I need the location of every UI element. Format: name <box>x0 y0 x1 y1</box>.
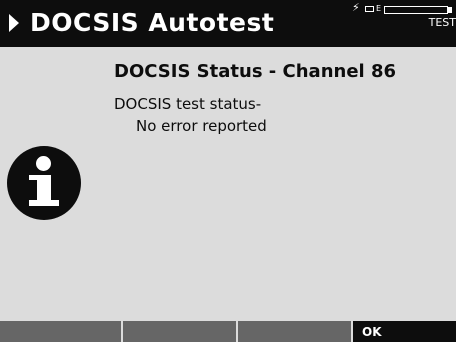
info-icon-serif-bottom <box>29 200 59 206</box>
window-title: DOCSIS Autotest <box>30 8 275 37</box>
dialog-heading: DOCSIS Status - Channel 86 <box>114 61 397 82</box>
ok-button[interactable]: OK <box>353 321 456 342</box>
mode-letter: E <box>376 4 382 13</box>
battery-icon <box>384 6 448 14</box>
play-arrow-icon <box>9 14 19 32</box>
power-icon: ⚡ <box>352 1 360 14</box>
battery-tip <box>448 7 452 13</box>
info-icon-dot <box>36 156 51 171</box>
title-bar: DOCSIS Autotest ⚡ E TEST <box>0 0 456 47</box>
softkey-bar: OK <box>0 321 456 342</box>
status-message-line1: DOCSIS test status- <box>114 95 262 113</box>
ok-button-label: OK <box>362 325 382 339</box>
plug-icon <box>365 6 374 12</box>
softkey-3[interactable] <box>238 321 351 342</box>
status-indicators: ⚡ E TEST <box>352 1 456 34</box>
mode-indicator: TEST <box>428 16 456 29</box>
info-icon <box>7 146 81 220</box>
status-message-line2: No error reported <box>136 117 267 135</box>
softkey-1[interactable] <box>0 321 121 342</box>
softkey-2[interactable] <box>123 321 236 342</box>
